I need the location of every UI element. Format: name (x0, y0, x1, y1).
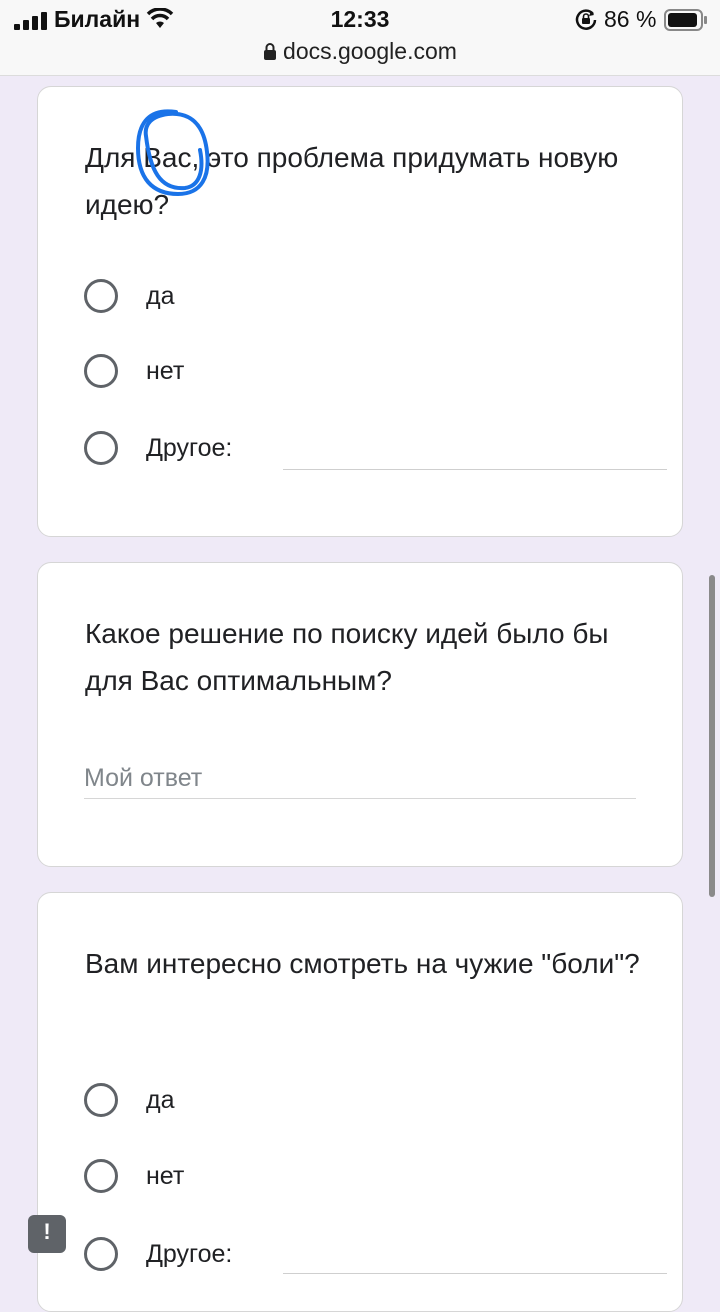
url-text: docs.google.com (283, 38, 457, 64)
radio-button[interactable] (84, 1159, 118, 1193)
browser-status-bar: Билайн 12:33 86 % docs.google.com (0, 0, 720, 76)
answer-input[interactable] (84, 759, 636, 799)
radio-button[interactable] (84, 354, 118, 388)
option-label: Другое: (146, 1240, 233, 1268)
battery-percent: 86 % (604, 6, 657, 32)
orientation-lock-icon (575, 9, 597, 30)
carrier-name: Билайн (54, 6, 141, 32)
battery-icon (664, 9, 707, 31)
scrollbar[interactable] (709, 575, 715, 897)
question-card: Вам интересно смотреть на чужие "боли"? … (37, 892, 683, 1312)
question-title: Вам интересно смотреть на чужие "боли"? (85, 948, 640, 979)
radio-button[interactable] (84, 1237, 118, 1271)
option-label: да (146, 282, 175, 310)
lock-icon (264, 43, 277, 60)
option-label: Другое: (146, 434, 233, 462)
option-label: нет (146, 1162, 185, 1190)
other-text-field[interactable] (283, 1273, 667, 1274)
option-label: нет (146, 357, 185, 385)
radio-button[interactable] (84, 1083, 118, 1117)
question-card: Для Вас, это проблема придумать новую ид… (37, 86, 683, 537)
radio-button[interactable] (84, 431, 118, 465)
other-text-field[interactable] (283, 469, 667, 470)
question-title: Для Вас, это проблема придумать новую ид… (85, 142, 619, 220)
wifi-icon (146, 8, 174, 28)
radio-button[interactable] (84, 279, 118, 313)
question-title: Какое решение по поиску идей было бы для… (85, 618, 609, 696)
option-label: да (146, 1086, 175, 1114)
feedback-icon[interactable]: ! (28, 1215, 66, 1253)
question-card: Какое решение по поиску идей было бы для… (37, 562, 683, 867)
url-bar[interactable]: docs.google.com (0, 38, 720, 65)
signal-icon (14, 12, 47, 30)
